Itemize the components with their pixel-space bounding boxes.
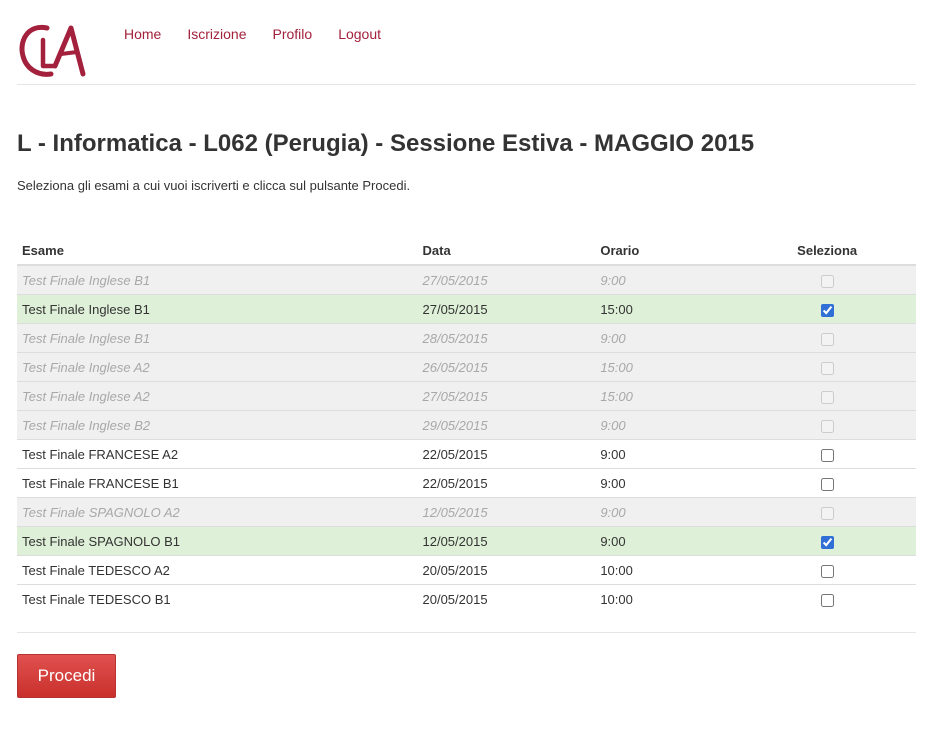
column-header-seleziona: Seleziona — [738, 236, 916, 266]
exam-name: Test Finale Inglese B1 — [17, 294, 418, 324]
exam-date: 20/05/2015 — [417, 584, 596, 614]
exam-select-checkbox — [820, 332, 834, 346]
exam-time: 10:00 — [595, 584, 739, 614]
exam-select-checkbox — [820, 361, 834, 375]
select-cell — [738, 323, 916, 353]
nav-logout[interactable]: Logout — [338, 26, 381, 42]
exam-time: 15:00 — [595, 352, 739, 382]
table-row: Test Finale Inglese B2 29/05/2015 9:00 — [17, 410, 916, 440]
cla-logo[interactable] — [17, 20, 89, 80]
exam-select-checkbox — [820, 419, 834, 433]
exam-date: 22/05/2015 — [417, 468, 596, 498]
exam-time: 15:00 — [595, 381, 739, 411]
table-row: Test Finale SPAGNOLO B1 12/05/2015 9:00 — [17, 526, 916, 556]
select-cell — [738, 584, 916, 614]
table-row: Test Finale SPAGNOLO A2 12/05/2015 9:00 — [17, 497, 916, 527]
exam-select-checkbox[interactable] — [820, 448, 834, 462]
column-header-esame: Esame — [17, 236, 418, 266]
exam-name: Test Finale Inglese A2 — [17, 352, 418, 382]
exam-time: 9:00 — [595, 497, 739, 527]
table-row: Test Finale FRANCESE B1 22/05/2015 9:00 — [17, 468, 916, 498]
exam-name: Test Finale Inglese A2 — [17, 381, 418, 411]
exam-rows: Test Finale Inglese B1 27/05/2015 9:00 Test… — [17, 264, 916, 614]
exam-select-checkbox[interactable] — [820, 303, 834, 317]
exam-time: 15:00 — [595, 294, 739, 324]
exam-select-checkbox[interactable] — [820, 535, 834, 549]
divider — [17, 632, 916, 633]
column-header-data: Data — [417, 236, 596, 266]
exam-date: 27/05/2015 — [417, 381, 596, 411]
exam-date: 20/05/2015 — [417, 555, 596, 585]
table-row: Test Finale Inglese B1 27/05/2015 9:00 — [17, 264, 916, 295]
table-row: Test Finale FRANCESE A2 22/05/2015 9:00 — [17, 439, 916, 469]
exam-select-checkbox — [820, 506, 834, 520]
exam-date: 12/05/2015 — [417, 497, 596, 527]
exam-time: 10:00 — [595, 555, 739, 585]
exam-date: 27/05/2015 — [417, 264, 596, 295]
exam-date: 22/05/2015 — [417, 439, 596, 469]
main-nav: Home Iscrizione Profilo Logout — [124, 26, 407, 42]
exam-date: 27/05/2015 — [417, 294, 596, 324]
table-row: Test Finale Inglese A2 26/05/2015 15:00 — [17, 352, 916, 382]
select-cell — [738, 381, 916, 411]
table-header-row: Esame Data Orario Seleziona — [17, 236, 916, 266]
exam-name: Test Finale TEDESCO A2 — [17, 555, 418, 585]
exam-name: Test Finale SPAGNOLO B1 — [17, 526, 418, 556]
table-row: Test Finale TEDESCO B1 20/05/2015 10:00 — [17, 584, 916, 614]
exam-time: 9:00 — [595, 323, 739, 353]
page-header: Home Iscrizione Profilo Logout — [17, 0, 916, 85]
exam-select-checkbox[interactable] — [820, 564, 834, 578]
select-cell — [738, 497, 916, 527]
select-cell — [738, 555, 916, 585]
page-instructions: Seleziona gli esami a cui vuoi iscrivert… — [17, 178, 411, 193]
select-cell — [738, 410, 916, 440]
exam-select-checkbox — [820, 274, 834, 288]
exam-select-checkbox[interactable] — [820, 593, 834, 607]
exam-name: Test Finale FRANCESE B1 — [17, 468, 418, 498]
exam-date: 29/05/2015 — [417, 410, 596, 440]
exam-time: 9:00 — [595, 410, 739, 440]
exam-name: Test Finale Inglese B1 — [17, 264, 418, 295]
exam-time: 9:00 — [595, 264, 739, 295]
exam-name: Test Finale Inglese B2 — [17, 410, 418, 440]
select-cell — [738, 439, 916, 469]
exam-time: 9:00 — [595, 439, 739, 469]
nav-profilo[interactable]: Profilo — [273, 26, 313, 42]
table-row: Test Finale TEDESCO A2 20/05/2015 10:00 — [17, 555, 916, 585]
exam-select-checkbox — [820, 390, 834, 404]
exam-name: Test Finale Inglese B1 — [17, 323, 418, 353]
select-cell — [738, 526, 916, 556]
exam-select-checkbox[interactable] — [820, 477, 834, 491]
table-row: Test Finale Inglese A2 27/05/2015 15:00 — [17, 381, 916, 411]
select-cell — [738, 352, 916, 382]
exam-time: 9:00 — [595, 468, 739, 498]
exam-date: 12/05/2015 — [417, 526, 596, 556]
exam-date: 26/05/2015 — [417, 352, 596, 382]
nav-home[interactable]: Home — [124, 26, 161, 42]
nav-iscrizione[interactable]: Iscrizione — [187, 26, 246, 42]
exam-table: Esame Data Orario Seleziona Test Finale … — [17, 236, 916, 614]
select-cell — [738, 468, 916, 498]
procedi-button[interactable]: Procedi — [17, 654, 116, 698]
exam-name: Test Finale SPAGNOLO A2 — [17, 497, 418, 527]
page-title: L - Informatica - L062 (Perugia) - Sessi… — [17, 130, 755, 157]
exam-name: Test Finale FRANCESE A2 — [17, 439, 418, 469]
table-row: Test Finale Inglese B1 28/05/2015 9:00 — [17, 323, 916, 353]
select-cell — [738, 264, 916, 295]
table-row: Test Finale Inglese B1 27/05/2015 15:00 — [17, 294, 916, 324]
exam-time: 9:00 — [595, 526, 739, 556]
column-header-orario: Orario — [595, 236, 739, 266]
exam-date: 28/05/2015 — [417, 323, 596, 353]
exam-name: Test Finale TEDESCO B1 — [17, 584, 418, 614]
select-cell — [738, 294, 916, 324]
